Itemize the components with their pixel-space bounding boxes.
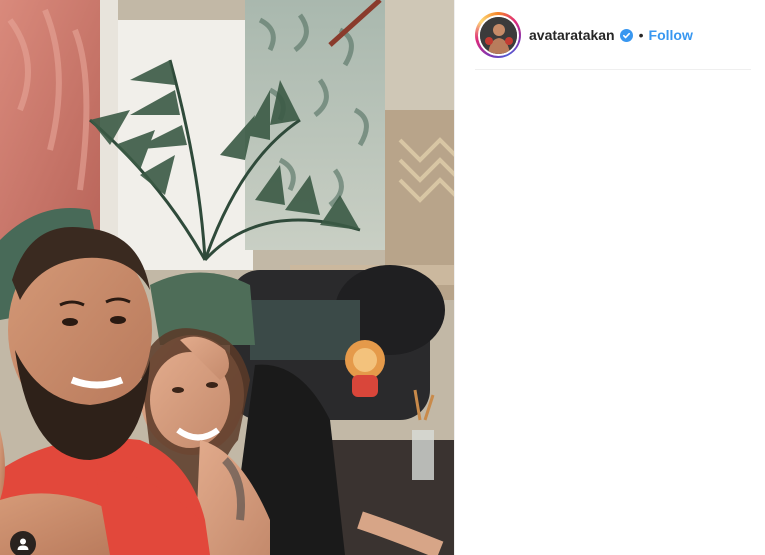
post-photo[interactable] (0, 0, 454, 555)
avatar-story-ring[interactable] (475, 12, 521, 58)
user-tag-icon (17, 538, 29, 550)
photo-illustration (0, 0, 454, 555)
post-side-panel: avataratakan • Follow (454, 0, 765, 555)
avatar-image (479, 16, 517, 54)
avatar (479, 16, 517, 54)
user-tag-button[interactable] (10, 531, 36, 555)
post-header: avataratakan • Follow (475, 10, 751, 60)
header-divider (475, 69, 751, 70)
follow-button[interactable]: Follow (649, 27, 693, 43)
username-link[interactable]: avataratakan (529, 27, 615, 43)
verified-badge-icon (619, 28, 633, 42)
header-separator: • (638, 27, 644, 43)
instagram-post: avataratakan • Follow (0, 0, 765, 555)
